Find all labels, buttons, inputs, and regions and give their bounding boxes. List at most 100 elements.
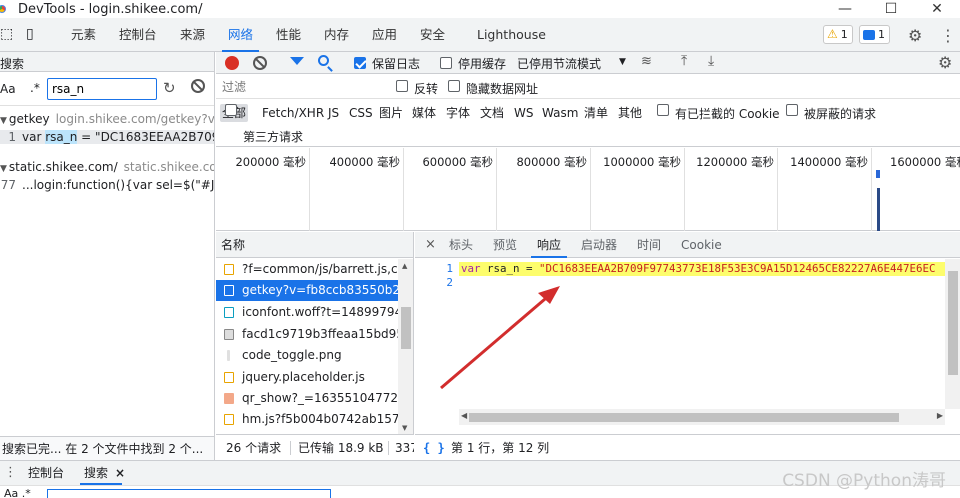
network-conditions-icon[interactable]: ≋ [641,54,652,69]
export-har-icon[interactable]: ⤓ [708,53,714,69]
scrollbar-thumb[interactable] [948,271,958,375]
tab-performance[interactable]: 性能 [276,18,301,52]
message-icon [863,29,875,40]
request-row[interactable]: code_toggle.png [216,345,398,366]
request-row[interactable]: qr_show?_=1635510477215 [216,388,398,409]
search-icon[interactable] [318,55,329,66]
tab-elements[interactable]: 元素 [71,18,96,52]
request-row[interactable]: facd1c9719b3ffeaa15bd95b0... [216,324,398,345]
filter-type-css[interactable]: CSS [347,104,375,122]
tab-security[interactable]: 安全 [420,18,445,52]
scroll-down-icon[interactable]: ▼ [402,424,407,432]
invert-checkbox[interactable] [396,80,408,92]
throttle-select[interactable]: 已停用节流模式 [517,55,601,72]
settings-gear-icon[interactable]: ⚙ [908,26,926,45]
filter-type-doc[interactable]: 文档 [478,104,506,122]
pretty-print-icon[interactable]: { } [423,435,445,461]
tab-memory[interactable]: 内存 [324,18,349,52]
more-options-icon[interactable]: ⋮ [940,26,958,45]
request-row[interactable]: getkey?v=fb8ccb83550b28b5... [216,280,398,301]
drawer-search-input[interactable] [47,489,331,498]
scrollbar-thumb[interactable] [401,307,411,349]
close-window-button[interactable]: ✕ [914,0,960,18]
import-har-icon[interactable]: ⤒ [681,53,687,69]
filter-type-ws[interactable]: WS [512,104,535,122]
drawer-tab-search[interactable]: 搜索 [79,464,123,485]
preserve-log-checkbox[interactable] [354,57,366,69]
filter-type-js[interactable]: JS [326,104,341,122]
refresh-icon[interactable]: ↻ [163,79,176,97]
request-row[interactable]: jquery.placeholder.js [216,367,398,388]
network-timeline[interactable]: 200000 毫秒 400000 毫秒 600000 毫秒 800000 毫秒 … [216,148,960,231]
filter-type-other[interactable]: 其他 [616,104,644,122]
disable-cache-checkbox[interactable] [440,57,452,69]
scroll-up-icon[interactable]: ▲ [402,262,407,270]
drawer-tab-console[interactable]: 控制台 [28,464,64,482]
search-result-file[interactable]: ▼ getkey login.shikee.com/getkey?v... [0,112,214,126]
search-result-line[interactable]: 1var rsa_n = "DC1683EEAA2B709F9... [0,130,214,144]
code-vertical-scrollbar[interactable] [945,259,960,409]
tab-response[interactable]: 响应 [530,232,568,258]
search-result-line[interactable]: 77...login:function(){var sel=$("#J_lo..… [0,178,214,192]
minimize-button[interactable]: — [822,0,868,18]
device-toolbar-icon[interactable]: ▯ [26,26,44,44]
clear-search-icon[interactable] [191,79,205,93]
tab-timing[interactable]: 时间 [637,232,661,258]
tab-console[interactable]: 控制台 [119,18,157,52]
code-horizontal-scrollbar[interactable]: ◀ ▶ [459,409,945,425]
filter-type-img[interactable]: 图片 [377,104,405,122]
messages-badge[interactable]: 1 [859,25,890,44]
clear-log-icon[interactable] [253,56,267,70]
request-row[interactable]: hm.js?f5b004b0742ab157215... [216,409,398,430]
maximize-button[interactable]: ☐ [868,0,914,18]
drawer-menu-icon[interactable]: ⋮ [4,465,17,480]
filter-type-wasm[interactable]: Wasm [540,104,580,122]
record-icon[interactable] [225,56,239,70]
tab-cookies[interactable]: Cookie [681,232,722,258]
scrollbar-thumb[interactable] [469,413,899,422]
blocked-cookies-checkbox[interactable] [657,104,669,116]
network-toolbar: 保留日志 停用缓存 已停用节流模式 ▼ ≋ ⤒ ⤓ ⚙ [216,52,960,74]
tab-application[interactable]: 应用 [372,18,397,52]
search-result-file[interactable]: ▼static.shikee.com/static.shikee.co... [0,160,214,174]
hide-data-urls-checkbox[interactable] [448,80,460,92]
inspect-element-icon[interactable]: ⬚ [0,26,18,44]
expand-triangle-icon[interactable]: ▼ [0,116,7,126]
match-case-toggle[interactable]: Aa [0,82,16,96]
tab-headers[interactable]: 标头 [449,232,473,258]
name-column-header[interactable]: 名称 [216,232,413,258]
filter-type-xhr[interactable]: Fetch/XHR [260,104,326,122]
code-line[interactable]: var rsa_n = "DC1683EEAA2B709F97743773E18… [459,262,945,276]
filter-type-manifest[interactable]: 清单 [582,104,610,122]
close-tab-icon[interactable]: × [115,464,125,482]
scroll-left-icon[interactable]: ◀ [461,411,467,420]
filter-type-media[interactable]: 媒体 [410,104,438,122]
network-settings-icon[interactable]: ⚙ [938,53,952,72]
warning-icon: ⚠ [827,27,838,41]
request-row[interactable]: iconfont.woff?t=14899794838... [216,302,398,323]
tab-initiator[interactable]: 启动器 [581,232,617,258]
match-case-toggle[interactable]: Aa .* [4,487,31,498]
filter-bar: 过滤 反转 隐藏数据网址 [216,75,960,99]
tab-sources[interactable]: 来源 [180,18,205,52]
regex-toggle[interactable]: .* [30,81,40,95]
filter-icon[interactable] [290,57,304,65]
tab-preview[interactable]: 预览 [493,232,517,258]
third-party-checkbox[interactable] [225,104,237,116]
request-row[interactable]: ?f=common/js/barrett.js,com... [216,259,398,280]
search-panel-header: 搜索 [0,52,214,72]
chevron-down-icon[interactable]: ▼ [619,57,626,67]
filter-type-font[interactable]: 字体 [444,104,472,122]
scroll-right-icon[interactable]: ▶ [937,411,943,420]
blocked-requests-checkbox[interactable] [786,104,798,116]
request-list-scrollbar[interactable]: ▲ ▼ [398,259,413,434]
response-code-view[interactable]: 1 2 var rsa_n = "DC1683EEAA2B709F9774377… [415,259,960,425]
search-input[interactable] [47,78,157,100]
warnings-badge[interactable]: ⚠ 1 [823,25,853,44]
close-detail-icon[interactable]: × [425,232,436,258]
tab-network[interactable]: 网络 [221,18,260,52]
filter-input[interactable]: 过滤 [219,78,381,96]
expand-triangle-icon[interactable]: ▼ [0,164,7,174]
tab-lighthouse[interactable]: Lighthouse [477,18,546,52]
search-panel-title: 搜索 [0,57,25,71]
